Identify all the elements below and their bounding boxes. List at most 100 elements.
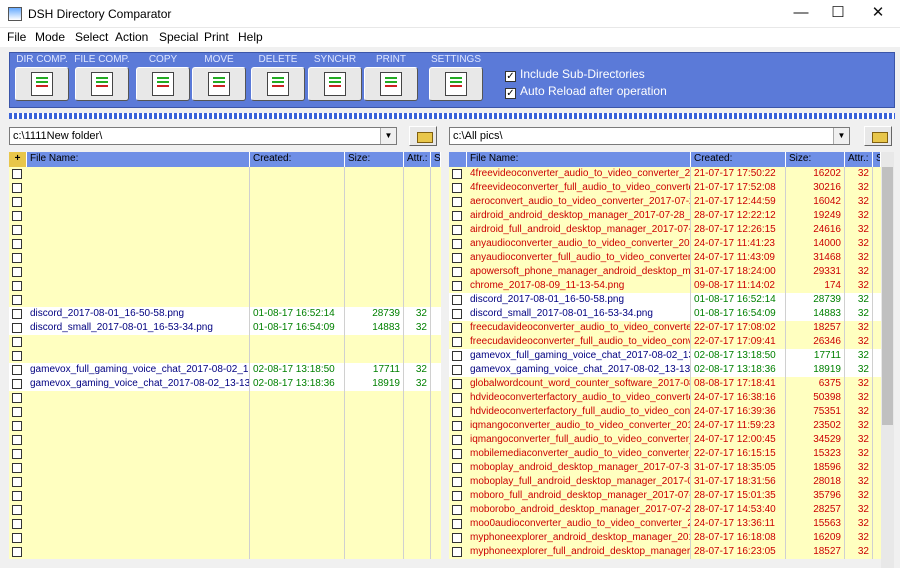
- table-row[interactable]: discord_2017-08-01_16-50-58.png 01-08-17 …: [449, 293, 881, 307]
- left-header-size[interactable]: Size:: [345, 152, 404, 167]
- copy-button[interactable]: [136, 67, 190, 101]
- table-row[interactable]: moborobo_android_desktop_manager_2017-07…: [449, 503, 881, 517]
- row-checkbox[interactable]: [12, 421, 22, 431]
- table-row[interactable]: [9, 419, 441, 433]
- include-subdirs-option[interactable]: ✓ Include Sub-Directories: [505, 67, 705, 82]
- table-row[interactable]: moboplay_android_desktop_manager_2017-07…: [449, 461, 881, 475]
- row-checkbox[interactable]: [12, 281, 22, 291]
- row-checkbox[interactable]: [12, 309, 22, 319]
- table-row[interactable]: myphoneexplorer_full_android_desktop_man…: [449, 545, 881, 559]
- right-vertical-scrollbar[interactable]: [881, 152, 894, 568]
- row-checkbox[interactable]: [12, 435, 22, 445]
- row-checkbox[interactable]: [452, 477, 462, 487]
- row-checkbox[interactable]: [12, 393, 22, 403]
- right-path-combo[interactable]: c:\All pics\ ▼: [449, 127, 850, 145]
- table-row[interactable]: hdvideoconverterfactory_full_audio_to_vi…: [449, 405, 881, 419]
- table-row[interactable]: [9, 545, 441, 559]
- table-row[interactable]: globalwordcount_word_counter_software_20…: [449, 377, 881, 391]
- table-row[interactable]: [9, 405, 441, 419]
- table-row[interactable]: iqmangoconverter_audio_to_video_converte…: [449, 419, 881, 433]
- row-checkbox[interactable]: [452, 309, 462, 319]
- table-row[interactable]: [9, 489, 441, 503]
- left-browse-folder-button[interactable]: [409, 126, 437, 146]
- row-checkbox[interactable]: [452, 435, 462, 445]
- row-checkbox[interactable]: [12, 477, 22, 487]
- table-row[interactable]: hdvideoconverterfactory_audio_to_video_c…: [449, 391, 881, 405]
- row-checkbox[interactable]: [452, 211, 462, 221]
- row-checkbox[interactable]: [452, 393, 462, 403]
- right-header-filename[interactable]: File Name:: [467, 152, 691, 167]
- delete-button[interactable]: [251, 67, 305, 101]
- menu-print[interactable]: Print: [204, 30, 229, 44]
- row-checkbox[interactable]: [452, 491, 462, 501]
- table-row[interactable]: [9, 237, 441, 251]
- table-row[interactable]: [9, 335, 441, 349]
- row-checkbox[interactable]: [452, 267, 462, 277]
- left-path-combo[interactable]: c:\1111New folder\ ▼: [9, 127, 397, 145]
- row-checkbox[interactable]: [452, 365, 462, 375]
- row-checkbox[interactable]: [452, 505, 462, 515]
- table-row[interactable]: freecudavideoconverter_audio_to_video_co…: [449, 321, 881, 335]
- synchr-button[interactable]: [308, 67, 362, 101]
- row-checkbox[interactable]: [452, 463, 462, 473]
- table-row[interactable]: [9, 209, 441, 223]
- chevron-down-icon[interactable]: ▼: [380, 128, 396, 144]
- menu-action[interactable]: Action: [115, 30, 148, 44]
- row-checkbox[interactable]: [452, 547, 462, 557]
- left-header-filename[interactable]: File Name:: [27, 152, 250, 167]
- row-checkbox[interactable]: [452, 169, 462, 179]
- table-row[interactable]: [9, 223, 441, 237]
- table-row[interactable]: aeroconvert_audio_to_video_converter_201…: [449, 195, 881, 209]
- menu-mode[interactable]: Mode: [35, 30, 65, 44]
- row-checkbox[interactable]: [452, 323, 462, 333]
- dir-comp-button[interactable]: [15, 67, 69, 101]
- row-checkbox[interactable]: [452, 295, 462, 305]
- right-header-attr[interactable]: Attr.:: [845, 152, 873, 167]
- table-row[interactable]: myphoneexplorer_android_desktop_manager_…: [449, 531, 881, 545]
- row-checkbox[interactable]: [452, 337, 462, 347]
- menu-special[interactable]: Special: [159, 30, 198, 44]
- move-button[interactable]: [192, 67, 246, 101]
- right-header-created[interactable]: Created:: [691, 152, 786, 167]
- table-row[interactable]: anyaudioconverter_audio_to_video_convert…: [449, 237, 881, 251]
- pane-splitter[interactable]: [441, 125, 447, 568]
- table-row[interactable]: [9, 447, 441, 461]
- row-checkbox[interactable]: [12, 533, 22, 543]
- row-checkbox[interactable]: [452, 379, 462, 389]
- table-row[interactable]: gamevox_gaming_voice_chat_2017-08-02_13-…: [9, 377, 441, 391]
- left-header-s[interactable]: S: [431, 152, 441, 167]
- row-checkbox[interactable]: [12, 365, 22, 375]
- table-row[interactable]: [9, 251, 441, 265]
- chevron-down-icon[interactable]: ▼: [833, 128, 849, 144]
- row-checkbox[interactable]: [12, 169, 22, 179]
- right-browse-folder-button[interactable]: [864, 126, 892, 146]
- row-checkbox[interactable]: [12, 519, 22, 529]
- row-checkbox[interactable]: [452, 533, 462, 543]
- auto-reload-checkbox[interactable]: ✓: [505, 88, 516, 99]
- row-checkbox[interactable]: [12, 183, 22, 193]
- table-row[interactable]: discord_small_2017-08-01_16-53-34.png 01-…: [9, 321, 441, 335]
- row-checkbox[interactable]: [452, 449, 462, 459]
- table-row[interactable]: [9, 475, 441, 489]
- row-checkbox[interactable]: [452, 225, 462, 235]
- row-checkbox[interactable]: [12, 379, 22, 389]
- table-row[interactable]: [9, 195, 441, 209]
- table-row[interactable]: chrome_2017-08-09_11-13-54.png 09-08-17 1…: [449, 279, 881, 293]
- row-checkbox[interactable]: [12, 253, 22, 263]
- row-checkbox[interactable]: [452, 407, 462, 417]
- table-row[interactable]: moboplay_full_android_desktop_manager_20…: [449, 475, 881, 489]
- row-checkbox[interactable]: [12, 505, 22, 515]
- table-row[interactable]: gamevox_gaming_voice_chat_2017-08-02_13-…: [449, 363, 881, 377]
- table-row[interactable]: 4freevideoconverter_full_audio_to_video_…: [449, 181, 881, 195]
- right-header-size[interactable]: Size:: [786, 152, 845, 167]
- close-button[interactable]: ✕: [855, 0, 900, 28]
- table-row[interactable]: [9, 265, 441, 279]
- table-row[interactable]: mobilemediaconverter_audio_to_video_conv…: [449, 447, 881, 461]
- print-button[interactable]: [364, 67, 418, 101]
- row-checkbox[interactable]: [452, 351, 462, 361]
- row-checkbox[interactable]: [452, 183, 462, 193]
- table-row[interactable]: [9, 503, 441, 517]
- row-checkbox[interactable]: [452, 253, 462, 263]
- table-row[interactable]: [9, 293, 441, 307]
- table-row[interactable]: [9, 349, 441, 363]
